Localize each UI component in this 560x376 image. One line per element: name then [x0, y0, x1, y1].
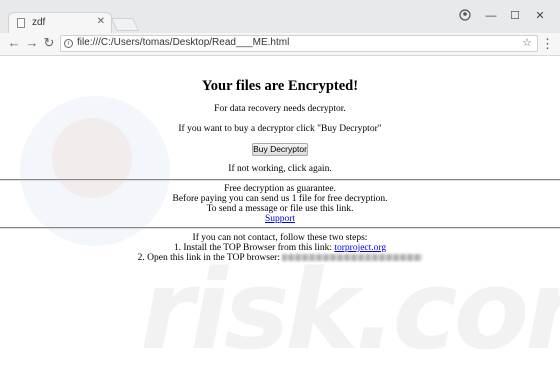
- info-icon[interactable]: i: [64, 39, 73, 48]
- doc-icon: [17, 18, 25, 28]
- buy-decryptor-button[interactable]: Buy Decryptor: [252, 143, 308, 156]
- tab-title: zdf: [32, 17, 46, 28]
- minimize-icon[interactable]: —: [484, 9, 498, 23]
- maximize-icon[interactable]: ☐: [508, 9, 522, 23]
- watermark-text: risk.com: [140, 246, 560, 374]
- tab-strip: zdf ✕ — ☐ ✕: [0, 0, 560, 33]
- menu-icon[interactable]: ⋮: [541, 36, 554, 52]
- profile-icon[interactable]: [458, 9, 472, 23]
- retry-text: If not working, click again.: [228, 164, 332, 174]
- address-text: file:///C:/Users/tomas/Desktop/Read___ME…: [77, 37, 290, 48]
- free-decryption-text: Free decryption as guarantee.: [224, 184, 336, 194]
- step-2: 2. Open this link in the TOP browser:: [0, 253, 560, 263]
- divider: [0, 227, 560, 229]
- page-content: risk.com Your files are Encrypted! For d…: [0, 56, 560, 376]
- page-heading: Your files are Encrypted!: [201, 78, 359, 94]
- divider: [0, 179, 560, 181]
- back-icon[interactable]: ←: [6, 35, 22, 50]
- blurred-onion-link[interactable]: [282, 254, 423, 262]
- toolbar: ← → ↻ i file:///C:/Users/tomas/Desktop/R…: [0, 33, 560, 56]
- support-link[interactable]: Support: [265, 214, 295, 224]
- browser-tab[interactable]: zdf ✕: [8, 12, 112, 33]
- address-bar[interactable]: i file:///C:/Users/tomas/Desktop/Read___…: [60, 35, 538, 52]
- forward-icon[interactable]: →: [24, 35, 40, 50]
- window-close-icon[interactable]: ✕: [533, 9, 547, 23]
- recovery-text: For data recovery needs decryptor.: [214, 104, 346, 114]
- reload-icon[interactable]: ↻: [41, 35, 57, 51]
- star-icon[interactable]: ☆: [522, 36, 532, 49]
- send-message-text: To send a message or file use this link.: [206, 204, 354, 214]
- free-file-text: Before paying you can send us 1 file for…: [172, 194, 388, 204]
- close-icon[interactable]: ✕: [97, 16, 105, 27]
- buy-instructions: If you want to buy a decryptor click "Bu…: [178, 124, 382, 134]
- step-1: 1. Install the TOP Browser from this lin…: [173, 243, 387, 253]
- torproject-link[interactable]: torproject.org: [334, 243, 386, 253]
- steps-intro: If you can not contact, follow these two…: [192, 233, 368, 243]
- new-tab-button[interactable]: [110, 18, 140, 31]
